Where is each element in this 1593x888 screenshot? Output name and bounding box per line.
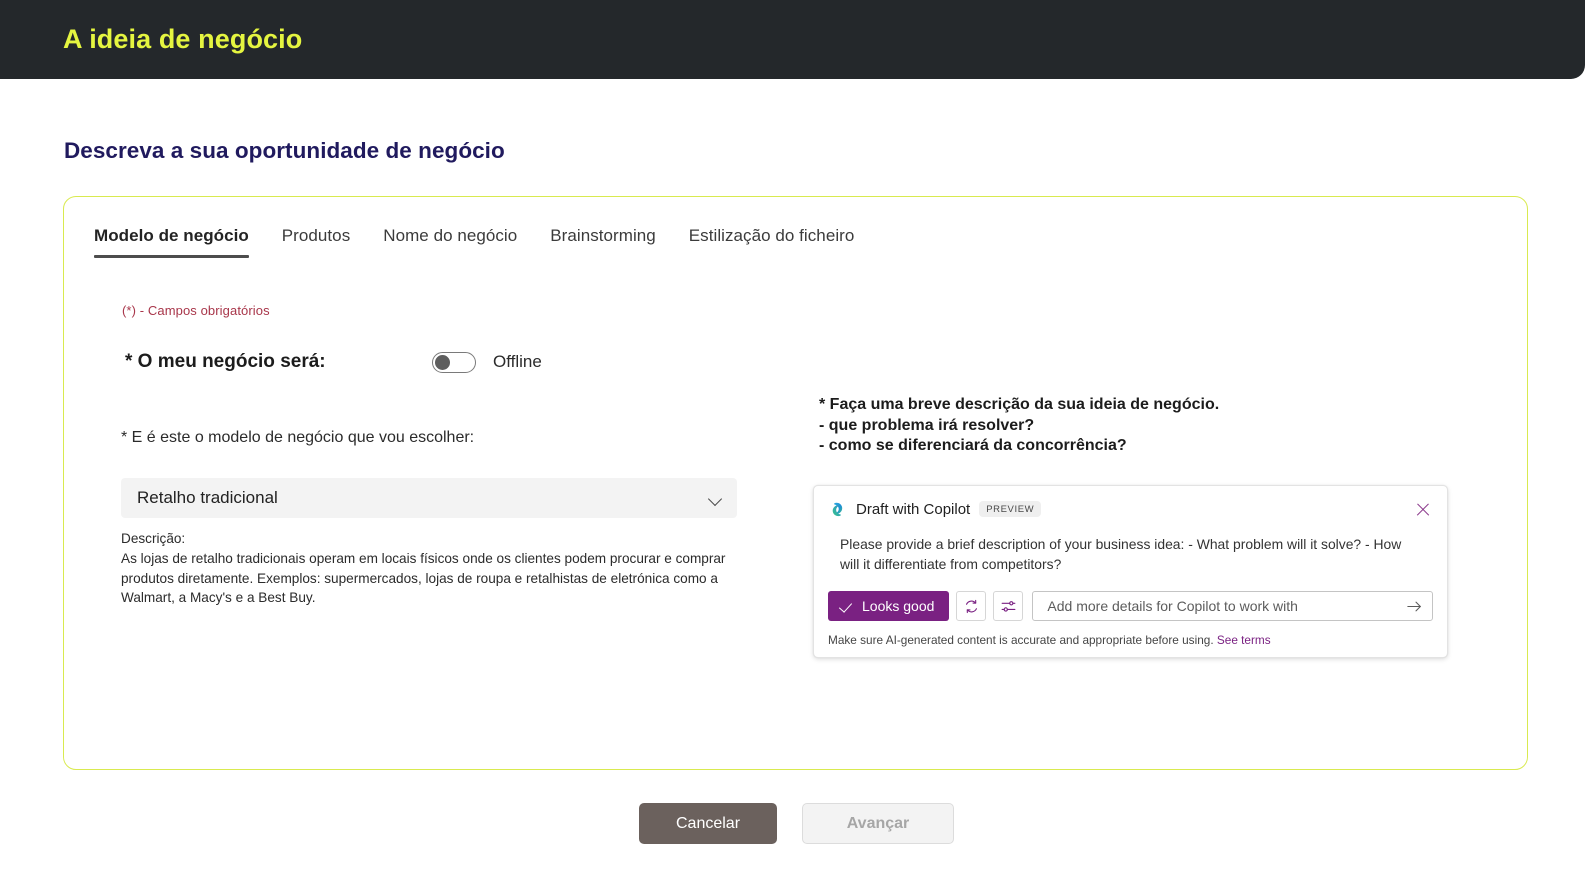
online-offline-toggle[interactable] (432, 351, 476, 373)
copilot-input-wrapper[interactable] (1032, 591, 1433, 621)
tab-brainstorming[interactable]: Brainstorming (550, 226, 656, 258)
description-body: As lojas de retalho tradicionais operam … (121, 550, 726, 606)
toggle-state-label: Offline (493, 352, 542, 371)
tab-estilizacao-do-ficheiro[interactable]: Estilização do ficheiro (689, 226, 855, 258)
copilot-details-input[interactable] (1045, 597, 1406, 615)
cancel-button[interactable]: Cancelar (639, 803, 777, 844)
adjust-settings-button[interactable] (993, 591, 1024, 621)
copilot-icon (832, 502, 843, 516)
draft-with-copilot-panel: Draft with Copilot PREVIEW Please provid… (813, 485, 1448, 658)
toggle-knob (435, 354, 450, 370)
send-arrow-icon[interactable] (1406, 599, 1423, 614)
regenerate-button[interactable] (956, 591, 987, 621)
business-model-selected-value: Retalho tradicional (137, 488, 278, 507)
tab-produtos[interactable]: Produtos (282, 226, 350, 258)
disclaimer-text: Make sure AI-generated content is accura… (828, 633, 1214, 647)
check-icon (840, 599, 854, 613)
looks-good-label: Looks good (862, 598, 935, 614)
footer-actions: Cancelar Avançar (0, 803, 1593, 844)
copilot-draft-text: Please provide a brief description of yo… (840, 536, 1402, 572)
required-fields-note: (*) - Campos obrigatórios (122, 303, 270, 318)
copilot-title: Draft with Copilot (856, 500, 971, 518)
business-model-label: * E é este o modelo de negócio que vou e… (121, 429, 475, 446)
app-title: A ideia de negócio (63, 24, 303, 54)
copilot-header: Draft with Copilot PREVIEW (828, 498, 1433, 520)
description-heading: Descrição: (121, 531, 186, 546)
app-header: A ideia de negócio (0, 0, 1585, 79)
looks-good-button[interactable]: Looks good (828, 591, 950, 621)
business-type-row: * O meu negócio será: Offline (125, 351, 542, 373)
sliders-icon (1001, 600, 1016, 612)
chevron-down-icon (708, 494, 723, 503)
business-type-label: * O meu negócio será: (125, 351, 326, 372)
tab-bar: Modelo de negócio Produtos Nome do negóc… (94, 226, 887, 258)
copilot-disclaimer: Make sure AI-generated content is accura… (828, 633, 1433, 647)
next-button[interactable]: Avançar (802, 803, 954, 844)
tab-nome-do-negocio[interactable]: Nome do negócio (383, 226, 517, 258)
see-terms-link[interactable]: See terms (1217, 633, 1271, 647)
copilot-actions: Looks good (828, 591, 1433, 621)
business-idea-prompt: * Faça uma breve descrição da sua ideia … (819, 396, 1220, 454)
close-icon[interactable] (1413, 499, 1433, 519)
business-model-description: Descrição: As lojas de retalho tradicion… (121, 529, 737, 608)
business-idea-card: Modelo de negócio Produtos Nome do negóc… (63, 196, 1528, 770)
page-title: Descreva a sua oportunidade de negócio (64, 138, 505, 163)
business-model-select[interactable]: Retalho tradicional (121, 478, 737, 518)
tab-modelo-de-negocio[interactable]: Modelo de negócio (94, 226, 249, 258)
preview-badge: PREVIEW (979, 500, 1042, 518)
regenerate-icon (965, 599, 977, 613)
